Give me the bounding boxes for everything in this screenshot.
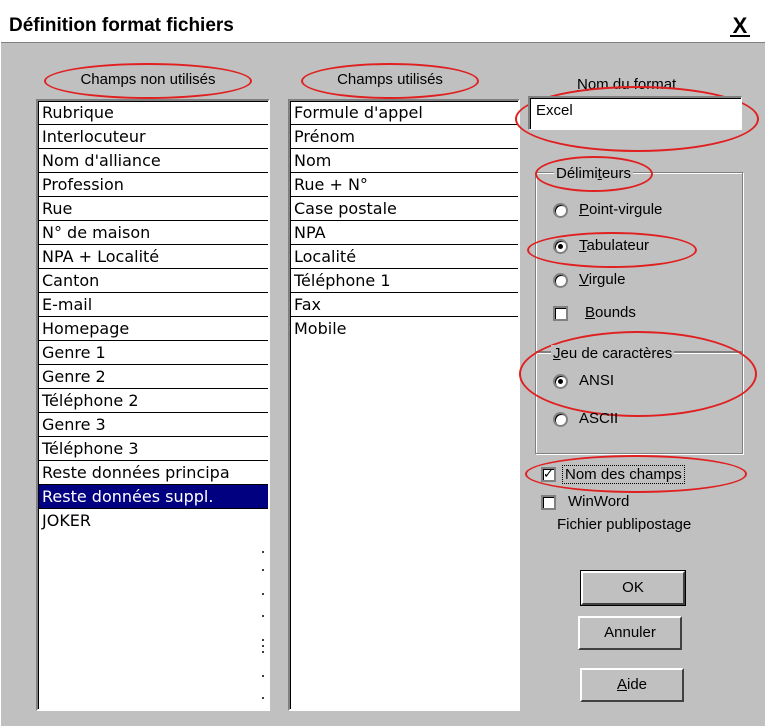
radio-ascii-label[interactable]: ASCII — [579, 410, 618, 427]
list-item[interactable]: NPA — [291, 221, 518, 245]
radio-tabulateur-label[interactable]: Tabulateur — [579, 237, 649, 254]
checkbox-bounds-label[interactable]: Bounds — [585, 304, 636, 321]
dialog-window: Définition format fichiers X Champs non … — [0, 10, 765, 726]
checkbox-bounds[interactable] — [553, 306, 568, 321]
list-item[interactable]: Mobile — [291, 317, 518, 341]
unused-fields-list[interactable]: Rubrique Interlocuteur Nom d'alliance Profe… — [36, 99, 270, 711]
list-item[interactable]: Reste données principa — [39, 461, 268, 485]
ok-button[interactable]: OK — [580, 570, 686, 606]
list-item[interactable]: E-mail — [39, 293, 268, 317]
list-item[interactable]: N° de maison — [39, 221, 268, 245]
used-fields-header: Champs utilisés — [337, 71, 443, 88]
list-item[interactable]: Rue — [39, 197, 268, 221]
checkbox-field-names[interactable]: ✓ — [541, 467, 556, 482]
cancel-button[interactable]: Annuler — [578, 616, 682, 650]
radio-virgule-label[interactable]: Virgule — [579, 271, 625, 288]
list-item[interactable]: Rubrique — [39, 101, 268, 125]
scroll-indicator[interactable] — [262, 551, 264, 701]
radio-ascii[interactable] — [553, 412, 568, 427]
close-icon: X — [732, 13, 748, 38]
list-item[interactable]: Prénom — [291, 125, 518, 149]
radio-selected-dot — [558, 379, 563, 384]
radio-selected-dot — [558, 244, 563, 249]
close-button[interactable]: X — [727, 14, 753, 38]
radio-tabulateur[interactable] — [553, 239, 568, 254]
used-fields-list[interactable]: Formule d'appel Prénom Nom Rue + N° Case pos… — [288, 99, 520, 711]
list-item[interactable]: Téléphone 2 — [39, 389, 268, 413]
radio-point-virgule[interactable] — [553, 203, 568, 218]
list-item[interactable]: Téléphone 1 — [291, 269, 518, 293]
winword-sublabel: Fichier publipostage — [557, 516, 692, 533]
list-item[interactable]: Téléphone 3 — [39, 437, 268, 461]
radio-virgule[interactable] — [553, 273, 568, 288]
radio-ansi-label[interactable]: ANSI — [579, 372, 614, 389]
list-item[interactable]: Genre 2 — [39, 365, 268, 389]
list-item[interactable]: Profession — [39, 173, 268, 197]
list-item[interactable]: Nom d'alliance — [39, 149, 268, 173]
list-item[interactable]: Interlocuteur — [39, 125, 268, 149]
list-item[interactable]: NPA + Localité — [39, 245, 268, 269]
radio-point-virgule-label[interactable]: Point-virgule — [579, 201, 662, 218]
charset-legend: Jeu de caractères — [551, 345, 675, 362]
annotation-oval-charset — [519, 331, 757, 417]
delimiters-legend: Délimiteurs — [554, 165, 634, 182]
list-item[interactable]: Rue + N° — [291, 173, 518, 197]
dialog-title: Définition format fichiers — [9, 15, 234, 36]
list-item[interactable]: Fax — [291, 293, 518, 317]
list-item[interactable]: Localité — [291, 245, 518, 269]
help-button[interactable]: Aide — [580, 668, 684, 702]
list-item[interactable]: Formule d'appel — [291, 101, 518, 125]
list-item[interactable]: JOKER — [39, 509, 268, 533]
checkbox-field-names-label[interactable]: Nom des champs — [562, 465, 685, 484]
radio-ansi[interactable] — [553, 374, 568, 389]
list-item[interactable]: Homepage — [39, 317, 268, 341]
title-bar: Définition format fichiers X — [1, 10, 765, 43]
unused-fields-header: Champs non utilisés — [80, 71, 216, 88]
checkbox-winword[interactable] — [541, 495, 556, 510]
list-item[interactable]: Reste données suppl. — [39, 485, 268, 509]
list-item[interactable]: Case postale — [291, 197, 518, 221]
format-name-input[interactable]: Excel — [528, 96, 742, 130]
list-item[interactable]: Genre 1 — [39, 341, 268, 365]
checkbox-winword-label[interactable]: WinWord — [568, 493, 629, 510]
list-item[interactable]: Nom — [291, 149, 518, 173]
list-item[interactable]: Canton — [39, 269, 268, 293]
list-item[interactable]: Genre 3 — [39, 413, 268, 437]
check-mark-icon: ✓ — [543, 467, 554, 482]
